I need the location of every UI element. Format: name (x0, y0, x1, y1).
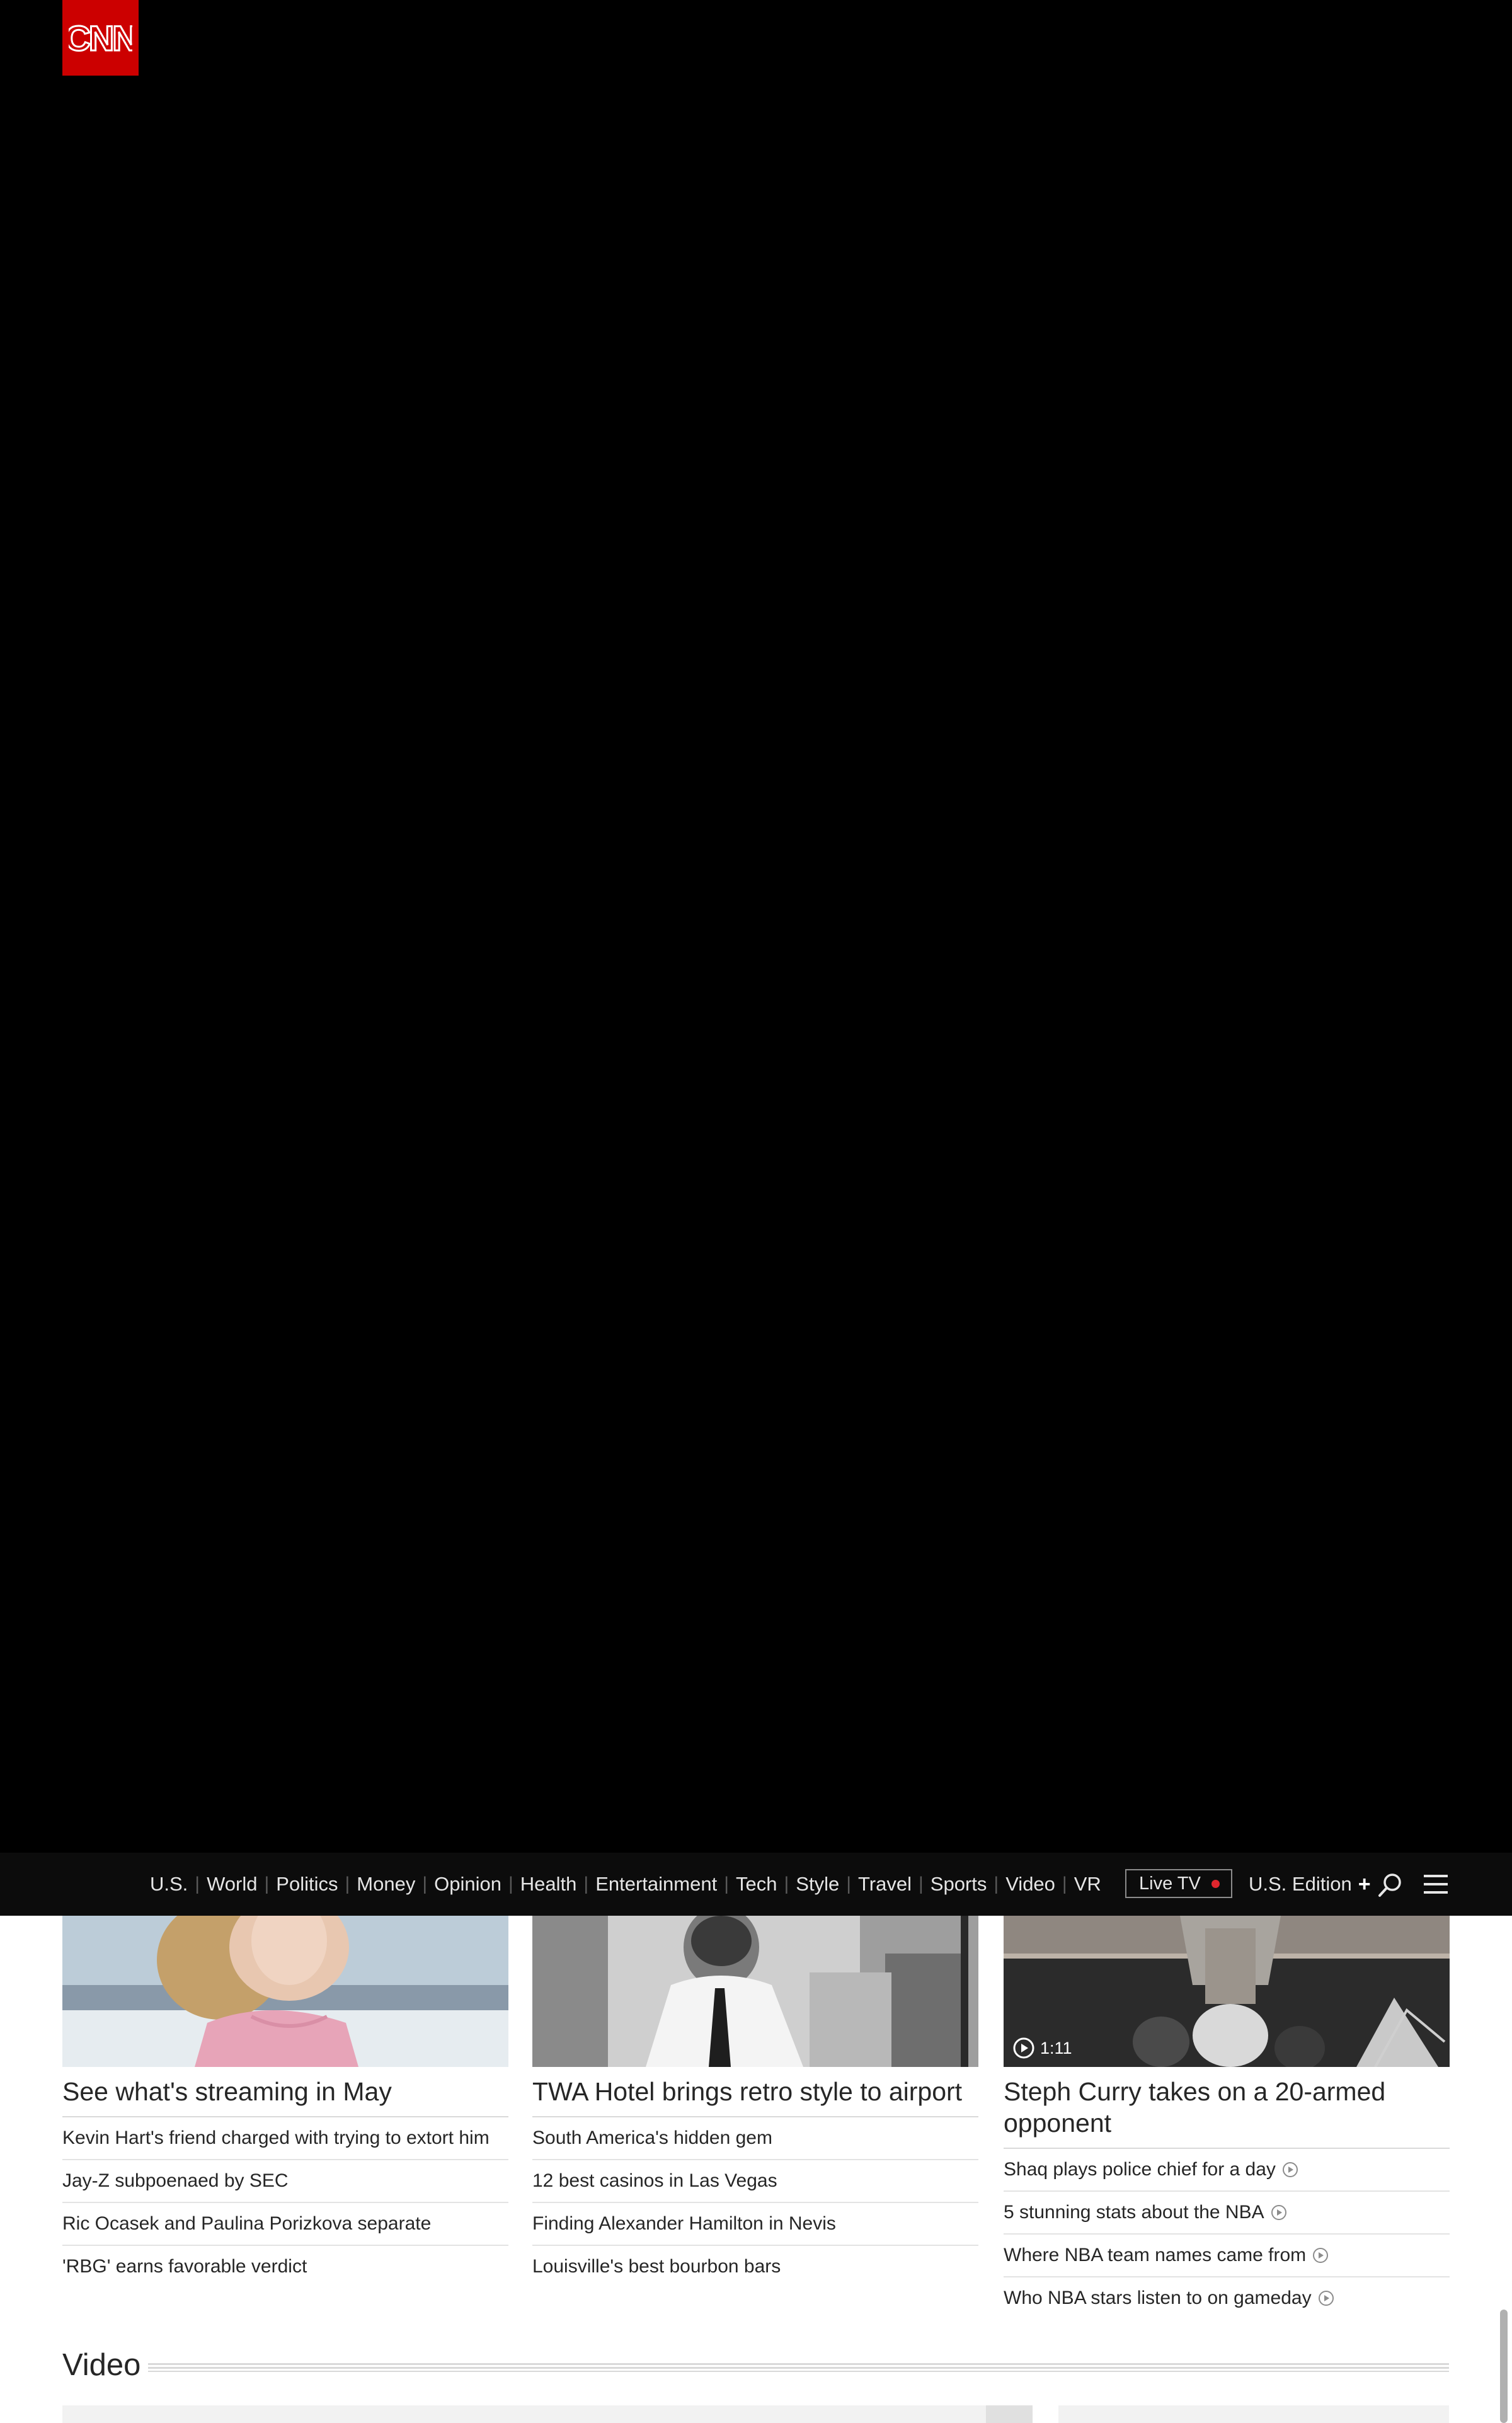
section-divider (148, 2363, 1449, 2372)
related-links-list: Kevin Hart's friend charged with trying … (62, 2117, 508, 2288)
nav-separator: | (345, 1873, 350, 1894)
card-headline-container: TWA Hotel brings retro style to airport (532, 2076, 978, 2117)
card-headline[interactable]: TWA Hotel brings retro style to airport (532, 2076, 978, 2107)
nav-separator: | (422, 1873, 428, 1894)
card-image[interactable] (532, 1916, 978, 2067)
related-links-list: South America's hidden gem 12 best casin… (532, 2117, 978, 2288)
nav-separator: | (846, 1873, 851, 1894)
nav-separator: | (994, 1873, 999, 1894)
chevron-right-icon[interactable] (986, 2405, 1033, 2423)
related-video-link-text: Shaq plays police chief for a day (1004, 2159, 1276, 2180)
related-link[interactable]: South America's hidden gem (532, 2117, 978, 2160)
travel-card: TWA Hotel brings retro style to airport … (532, 1916, 978, 2288)
nav-item-money[interactable]: Money (357, 1873, 415, 1896)
card-headline-container: Steph Curry takes on a 20-armed opponent (1004, 2076, 1450, 2149)
nav-separator: | (724, 1873, 729, 1894)
card-image[interactable] (62, 1916, 508, 2067)
card-video-thumbnail[interactable]: 1:11 (1004, 1916, 1450, 2067)
nav-item-health[interactable]: Health (520, 1873, 577, 1896)
nav-item-world[interactable]: World (207, 1873, 257, 1896)
related-video-link-text: 5 stunning stats about the NBA (1004, 2202, 1264, 2223)
video-playlist-header (62, 2405, 1033, 2423)
nav-item-entertainment[interactable]: Entertainment (595, 1873, 717, 1896)
edition-selector[interactable]: U.S. Edition + (1249, 1853, 1371, 1916)
play-icon (1271, 2205, 1286, 2220)
related-link[interactable]: Ric Ocasek and Paulina Porizkova separat… (62, 2203, 508, 2246)
nav-item-us[interactable]: U.S. (150, 1873, 188, 1896)
video-duration: 1:11 (1040, 2038, 1072, 2058)
edition-plus-icon: + (1358, 1872, 1371, 1896)
related-video-link-text: Who NBA stars listen to on gameday (1004, 2288, 1312, 2308)
play-icon (1318, 2291, 1334, 2306)
search-icon[interactable] (1377, 1872, 1404, 1898)
card-headline[interactable]: Steph Curry takes on a 20-armed opponent (1004, 2076, 1450, 2139)
nav-item-politics[interactable]: Politics (276, 1873, 338, 1896)
nav-separator: | (918, 1873, 924, 1894)
play-icon (1013, 2037, 1034, 2059)
scrollbar-thumb[interactable] (1500, 2310, 1508, 2423)
related-link[interactable]: Finding Alexander Hamilton in Nevis (532, 2203, 978, 2246)
hamburger-menu-icon[interactable] (1423, 1873, 1449, 1896)
nav-item-video[interactable]: Video (1005, 1873, 1055, 1896)
svg-text:CNN: CNN (69, 18, 132, 58)
sports-card: 1:11 Steph Curry takes on a 20-armed opp… (1004, 1916, 1450, 2319)
nav-item-vr[interactable]: VR (1074, 1873, 1101, 1896)
nav-separator: | (264, 1873, 270, 1894)
nav-item-style[interactable]: Style (796, 1873, 839, 1896)
section-title-video: Video (62, 2348, 141, 2382)
nav-separator: | (508, 1873, 513, 1894)
related-video-links-list: Shaq plays police chief for a day 5 stun… (1004, 2149, 1450, 2319)
nav-separator: | (583, 1873, 589, 1894)
video-player-area (0, 0, 1512, 1853)
nav-item-travel[interactable]: Travel (858, 1873, 912, 1896)
live-tv-label: Live TV (1139, 1873, 1201, 1894)
related-link[interactable]: Jay-Z subpoenaed by SEC (62, 2160, 508, 2203)
related-link[interactable]: Kevin Hart's friend charged with trying … (62, 2117, 508, 2160)
nav-item-opinion[interactable]: Opinion (434, 1873, 501, 1896)
related-video-link[interactable]: 5 stunning stats about the NBA (1004, 2192, 1450, 2235)
card-headline[interactable]: See what's streaming in May (62, 2076, 508, 2107)
entertainment-card: See what's streaming in May Kevin Hart's… (62, 1916, 508, 2288)
nav-separator: | (195, 1873, 200, 1894)
nav-item-sports[interactable]: Sports (931, 1873, 987, 1896)
related-link[interactable]: 'RBG' earns favorable verdict (62, 2246, 508, 2288)
nav-links: U.S. | World | Politics | Money | Opinio… (150, 1853, 1101, 1916)
video-duration-badge: 1:11 (1012, 2037, 1072, 2059)
related-link[interactable]: 12 best casinos in Las Vegas (532, 2160, 978, 2203)
related-video-link[interactable]: Shaq plays police chief for a day (1004, 2149, 1450, 2192)
related-video-link-text: Where NBA team names came from (1004, 2245, 1307, 2265)
card-headline-container: See what's streaming in May (62, 2076, 508, 2117)
related-video-link[interactable]: Where NBA team names came from (1004, 2235, 1450, 2277)
related-video-link[interactable]: Who NBA stars listen to on gameday (1004, 2277, 1450, 2319)
top-navigation-bar: U.S. | World | Politics | Money | Opinio… (0, 1853, 1512, 1916)
cnn-logo[interactable]: CNN (62, 0, 139, 76)
edition-label: U.S. Edition (1249, 1873, 1352, 1895)
live-indicator-dot (1211, 1880, 1220, 1888)
nav-separator: | (1062, 1873, 1067, 1894)
play-icon (1282, 2162, 1298, 2177)
live-tv-button[interactable]: Live TV (1125, 1869, 1232, 1898)
play-icon (1313, 2248, 1329, 2263)
nav-item-tech[interactable]: Tech (736, 1873, 777, 1896)
nav-separator: | (784, 1873, 789, 1894)
video-side-panel-header (1058, 2405, 1449, 2423)
related-link[interactable]: Louisville's best bourbon bars (532, 2246, 978, 2288)
